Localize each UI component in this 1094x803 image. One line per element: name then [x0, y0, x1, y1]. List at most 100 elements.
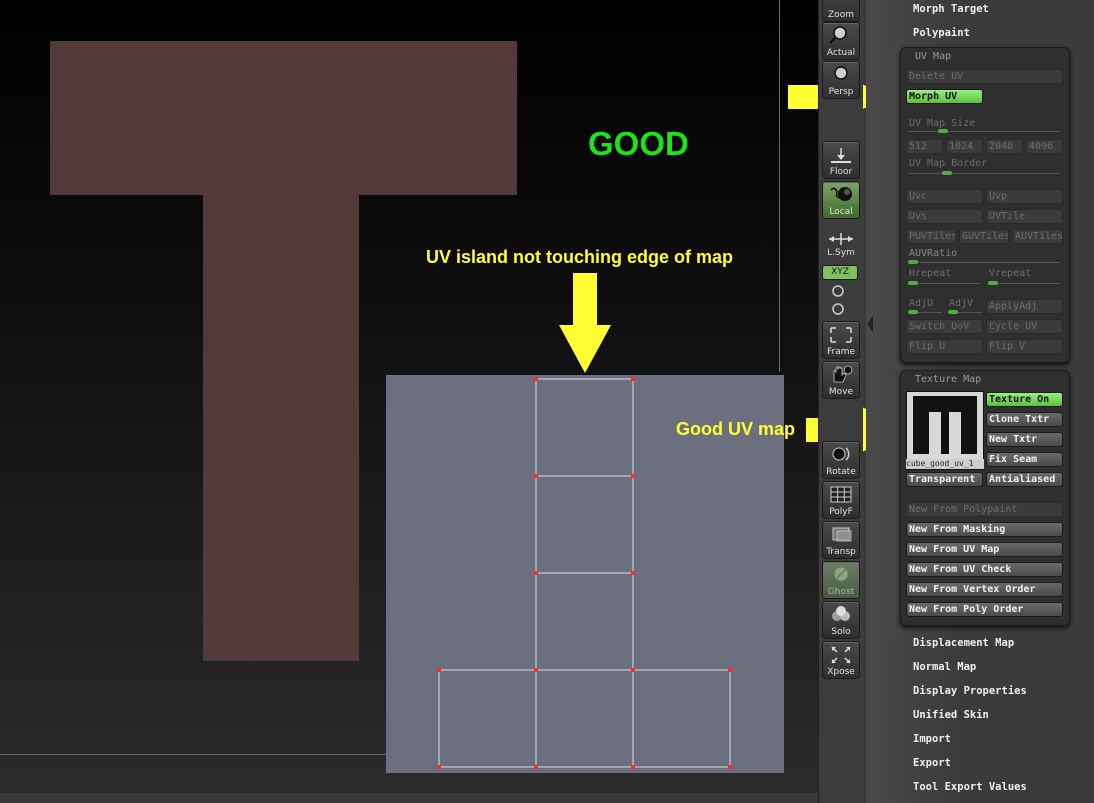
transparent-button[interactable]: Transparent — [906, 472, 983, 487]
uvc-button[interactable]: Uvc — [906, 189, 983, 204]
auvratio-label: AUVRatio — [909, 248, 958, 259]
hrepeat-slider-knob[interactable] — [908, 281, 918, 285]
ghost-button[interactable]: Ghost — [822, 561, 860, 599]
menu-unified-skin[interactable]: Unified Skin — [913, 709, 989, 721]
floor-button-label: Floor — [829, 167, 853, 177]
uv-map-size-slider-knob[interactable] — [938, 129, 948, 133]
menu-display-properties[interactable]: Display Properties — [913, 685, 1027, 697]
local-button-label: Local — [829, 207, 853, 217]
uv-map-panel-title: UV Map — [915, 51, 952, 62]
rotate-button-label: Rotate — [826, 467, 856, 477]
adjv-slider-knob[interactable] — [948, 310, 958, 314]
flip-u-button[interactable]: Flip U — [906, 339, 983, 354]
vrepeat-slider[interactable] — [988, 283, 1060, 284]
ghost-button-label: Ghost — [827, 587, 855, 597]
flip-v-button[interactable]: Flip V — [986, 339, 1063, 354]
auvtiles-button[interactable]: AUVTiles — [1012, 229, 1063, 244]
applyadj-button[interactable]: ApplyAdj — [986, 299, 1063, 314]
guvtiles-button[interactable]: GUVTiles — [959, 229, 1009, 244]
size-4096-button[interactable]: 4096 — [1026, 139, 1063, 154]
morph-uv-button[interactable]: Morph UV — [906, 89, 983, 104]
cycle-uv-button[interactable]: Cycle UV — [986, 319, 1063, 334]
t-texture-preview — [913, 396, 977, 454]
new-from-masking-button[interactable]: New From Masking — [906, 522, 1063, 537]
antialiased-button[interactable]: Antialiased — [986, 472, 1063, 487]
ghost-icon — [833, 566, 849, 582]
size-512-button[interactable]: 512 — [906, 139, 943, 154]
clone-txtr-button[interactable]: Clone Txtr — [986, 412, 1063, 427]
rotate-button[interactable]: Rotate — [822, 441, 860, 479]
new-from-polypaint-button[interactable]: New From Polypaint — [906, 502, 1063, 517]
hrepeat-slider[interactable] — [908, 283, 980, 284]
t-mesh-top-bar — [50, 41, 517, 195]
menu-morph-target[interactable]: Morph Target — [913, 3, 989, 15]
local-symmetry-button[interactable]: L.Sym — [822, 222, 860, 260]
local-symmetry-label: L.Sym — [827, 248, 855, 258]
solo-button[interactable]: Solo — [822, 601, 860, 639]
fix-seam-button[interactable]: Fix Seam — [986, 452, 1063, 467]
new-txtr-button[interactable]: New Txtr — [986, 432, 1063, 447]
frame-button-label: Frame — [826, 347, 856, 357]
frame-button[interactable]: Frame — [822, 321, 860, 359]
perspective-icon — [834, 66, 848, 80]
uvp-button[interactable]: Uvp — [986, 189, 1063, 204]
polyframe-button-label: PolyF — [829, 507, 853, 517]
local-button[interactable]: Local — [822, 181, 860, 219]
floor-button[interactable]: Floor — [822, 141, 860, 179]
texture-on-button[interactable]: Texture On — [986, 392, 1063, 407]
move-button-label: Move — [828, 387, 854, 397]
uv-map-size-slider[interactable] — [908, 131, 1060, 132]
adjv-label: AdjV — [949, 298, 974, 309]
panel-collapse-icon[interactable] — [866, 314, 874, 334]
uv-map-border-label: UV Map Border — [909, 158, 988, 169]
persp-button-label: Persp — [828, 87, 854, 97]
polyframe-button[interactable]: PolyF — [822, 481, 860, 519]
rotate-icon — [832, 447, 850, 461]
size-1024-button[interactable]: 1024 — [946, 139, 983, 154]
puvtiles-button[interactable]: PUVTiles — [906, 229, 956, 244]
menu-normal-map[interactable]: Normal Map — [913, 661, 976, 673]
uv-map-border-slider[interactable] — [908, 173, 1060, 174]
transp-button-label: Transp — [826, 547, 856, 557]
adju-label: AdjU — [909, 298, 934, 309]
auvratio-slider-knob[interactable] — [908, 260, 918, 264]
good-label: GOOD — [588, 125, 689, 162]
new-from-uv-check-button[interactable]: New From UV Check — [906, 562, 1063, 577]
menu-import[interactable]: Import — [913, 733, 951, 745]
uvtile-button[interactable]: UVTile — [986, 209, 1063, 224]
uv-island-caption: UV island not touching edge of map — [426, 247, 734, 267]
adju-slider-knob[interactable] — [908, 310, 918, 314]
menu-polypaint[interactable]: Polypaint — [913, 27, 970, 39]
new-from-vertex-order-button[interactable]: New From Vertex Order — [906, 582, 1063, 597]
xpose-button[interactable]: Xpose — [822, 641, 860, 679]
viewport-border-line — [0, 754, 386, 755]
frame-icon — [830, 327, 852, 343]
xyz-button[interactable]: XYZ — [822, 265, 858, 280]
solo-icon — [832, 606, 850, 621]
transp-button[interactable]: Transp — [822, 521, 860, 559]
switch-uv-button[interactable]: Switch U◇V — [906, 319, 983, 334]
menu-export[interactable]: Export — [913, 757, 951, 769]
down-arrow-icon — [559, 273, 611, 373]
hrepeat-label: Hrepeat — [909, 268, 952, 279]
actual-button[interactable]: Actual — [822, 22, 860, 60]
rotate-z-icon[interactable] — [831, 302, 845, 316]
vrepeat-slider-knob[interactable] — [988, 281, 998, 285]
menu-tool-export-values[interactable]: Tool Export Values — [913, 781, 1027, 793]
canvas-viewport[interactable]: GOOD UV island not touching edge of map — [0, 0, 818, 793]
tool-strip: Zoom Actual Persp Floor Local L.Sym XYZ … — [818, 0, 863, 803]
auvratio-slider[interactable] — [908, 262, 1060, 263]
uvs-button[interactable]: Uvs — [906, 209, 983, 224]
local-symmetry-icon — [829, 233, 853, 245]
delete-uv-button[interactable]: Delete UV — [906, 69, 1063, 84]
new-from-poly-order-button[interactable]: New From Poly Order — [906, 602, 1063, 617]
move-button[interactable]: Move — [822, 361, 860, 399]
new-from-uv-map-button[interactable]: New From UV Map — [906, 542, 1063, 557]
menu-displacement-map[interactable]: Displacement Map — [913, 637, 1014, 649]
zoom-button[interactable]: Zoom — [822, 0, 860, 22]
zoom-button-label: Zoom — [828, 10, 854, 20]
size-2048-button[interactable]: 2048 — [986, 139, 1023, 154]
rotate-y-icon[interactable] — [831, 284, 845, 298]
uv-map-border-slider-knob[interactable] — [942, 171, 952, 175]
persp-button[interactable]: Persp — [822, 61, 860, 99]
